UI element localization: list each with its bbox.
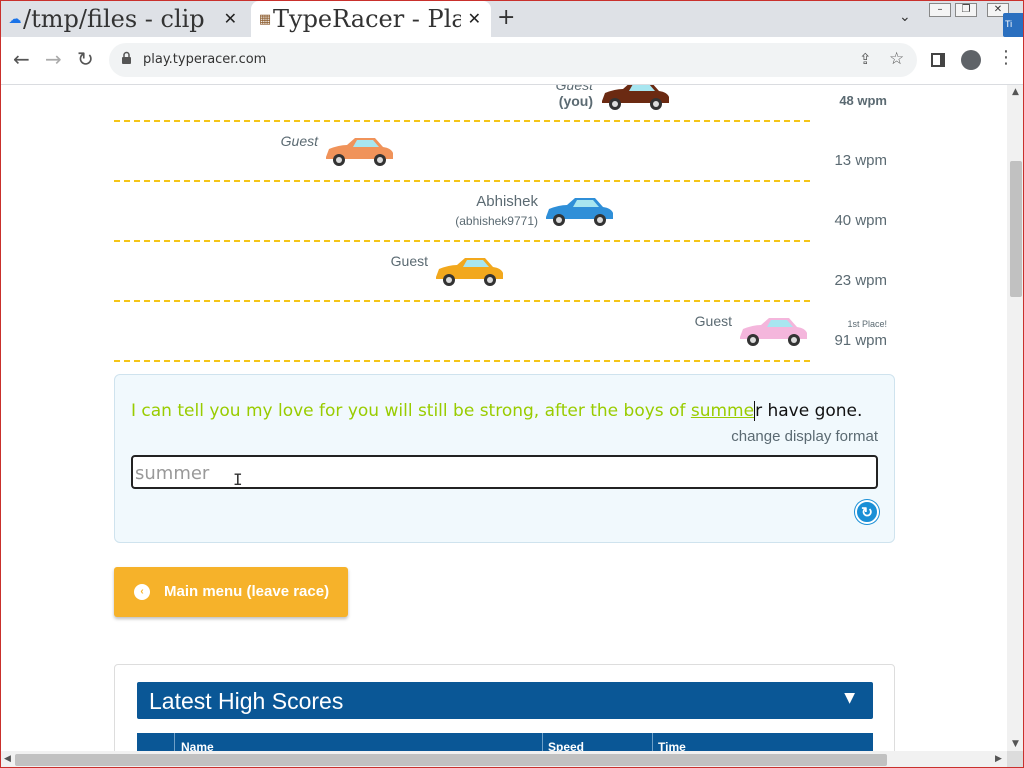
close-icon[interactable]: ✕ — [224, 9, 237, 28]
race-quote: I can tell you my love for you will stil… — [131, 401, 883, 421]
column-header-name[interactable]: Name — [181, 740, 214, 751]
cloud-icon: ☁ — [8, 11, 22, 27]
tab-strip: ☁ /tmp/files - clip ✕ ▦ TypeRacer - Play… — [1, 1, 1023, 37]
button-label: Main menu (leave race) — [164, 583, 330, 600]
scrollbar-corner — [1007, 751, 1023, 767]
column-divider — [652, 733, 653, 751]
share-icon[interactable]: ⇪ — [859, 50, 872, 68]
column-divider — [542, 733, 543, 751]
tab-tmp-files[interactable]: ☁ /tmp/files - clip ✕ — [1, 1, 249, 37]
lane-divider — [114, 180, 810, 182]
tab-title: TypeRacer - Play — [273, 5, 461, 33]
lane-divider — [114, 360, 810, 362]
racer-name: Guest — [280, 133, 318, 149]
high-scores-header[interactable]: Latest High Scores ▼ — [137, 682, 873, 719]
scrollbar-thumb[interactable] — [15, 754, 887, 766]
column-header-speed[interactable]: Speed — [548, 740, 584, 751]
tab-typeracer[interactable]: ▦ TypeRacer - Play ✕ — [251, 1, 491, 37]
high-scores-table-header: Name Speed Time — [137, 733, 873, 751]
browser-toolbar: ← → ↻ play.typeracer.com ⇪ ☆ ⋮ — [1, 37, 1023, 85]
new-tab-button[interactable]: + — [497, 5, 515, 30]
racer-username: (abhishek9771) — [455, 214, 538, 228]
place-badge: 1st Place! — [847, 319, 887, 329]
racer-wpm: 91 wpm — [834, 332, 887, 349]
quote-cursor-char: r — [754, 401, 763, 421]
horizontal-scrollbar[interactable]: ◀ ▶ — [1, 751, 1007, 767]
quote-current-word-typed: summe — [690, 401, 755, 421]
racer-wpm: 48 wpm — [839, 93, 887, 108]
lock-icon — [122, 51, 131, 64]
high-scores-title: Latest High Scores — [149, 688, 344, 714]
race-car-icon — [602, 85, 669, 110]
race-car-icon — [436, 258, 503, 286]
racer-name: Abhishek — [476, 193, 538, 210]
help-lifebuoy-icon[interactable]: ↻ — [855, 500, 879, 524]
quote-typed-text: I can tell you my love for you will stil… — [131, 401, 691, 421]
main-menu-leave-race-button[interactable]: ‹ Main menu (leave race) — [114, 567, 348, 617]
change-display-format-link[interactable]: change display format — [731, 428, 878, 445]
chevron-down-icon[interactable]: ▼ — [844, 690, 855, 706]
typeracer-favicon: ▦ — [258, 11, 272, 27]
side-panel-icon[interactable] — [931, 53, 945, 67]
url-text[interactable]: play.typeracer.com — [143, 52, 266, 67]
racer-name: Guest — [555, 85, 593, 93]
scroll-down-arrow-icon[interactable]: ▼ — [1012, 739, 1019, 749]
forward-arrow-icon[interactable]: → — [45, 47, 62, 71]
race-car-icon — [326, 138, 393, 166]
window-restore-button[interactable]: ❐ — [955, 3, 977, 17]
typing-input[interactable]: summer — [131, 455, 878, 489]
lane-divider — [114, 240, 810, 242]
address-bar[interactable]: play.typeracer.com ⇪ ☆ — [109, 43, 917, 77]
scroll-right-arrow-icon[interactable]: ▶ — [995, 754, 1002, 764]
profile-avatar-icon[interactable] — [961, 50, 981, 70]
scroll-left-arrow-icon[interactable]: ◀ — [4, 754, 11, 764]
browser-menu-icon[interactable]: ⋮ — [997, 47, 1015, 68]
window-minimize-button[interactable]: – — [929, 3, 951, 17]
tab-title: /tmp/files - clip — [23, 5, 205, 33]
lane-divider — [114, 300, 810, 302]
racer-wpm: 23 wpm — [834, 272, 887, 289]
edge-app-icon[interactable]: Ti — [1003, 13, 1023, 37]
scroll-up-arrow-icon[interactable]: ▲ — [1012, 87, 1019, 97]
racer-wpm: 13 wpm — [834, 152, 887, 169]
racer-name: Guest — [694, 313, 732, 329]
racer-wpm: 40 wpm — [834, 212, 887, 229]
racer-you-label: (you) — [558, 93, 593, 109]
reload-icon[interactable]: ↻ — [77, 47, 94, 71]
vertical-scrollbar[interactable]: ▲ ▼ — [1007, 85, 1023, 751]
quote-remaining-text: have gone. — [762, 401, 863, 421]
tab-search-chevron-icon[interactable]: ⌄ — [899, 9, 911, 25]
close-icon[interactable]: ✕ — [468, 9, 481, 28]
typing-panel: I can tell you my love for you will stil… — [114, 374, 895, 543]
lane-divider — [114, 120, 810, 122]
bookmark-star-icon[interactable]: ☆ — [889, 49, 904, 69]
text-cursor-icon: I — [233, 470, 243, 489]
page-viewport: Guest (you) 48 wpm Guest 13 wpm Abhishek… — [1, 85, 1007, 751]
race-car-icon — [546, 198, 613, 226]
high-scores-panel: Latest High Scores ▼ Name Speed Time — [114, 664, 895, 751]
chevron-left-icon: ‹ — [134, 584, 150, 600]
column-header-time[interactable]: Time — [658, 740, 686, 751]
scrollbar-thumb[interactable] — [1010, 161, 1022, 297]
browser-window: ☁ /tmp/files - clip ✕ ▦ TypeRacer - Play… — [0, 0, 1024, 768]
back-arrow-icon[interactable]: ← — [13, 47, 30, 71]
racer-name: Guest — [390, 253, 428, 269]
race-car-icon — [740, 318, 807, 346]
column-divider — [174, 733, 175, 751]
